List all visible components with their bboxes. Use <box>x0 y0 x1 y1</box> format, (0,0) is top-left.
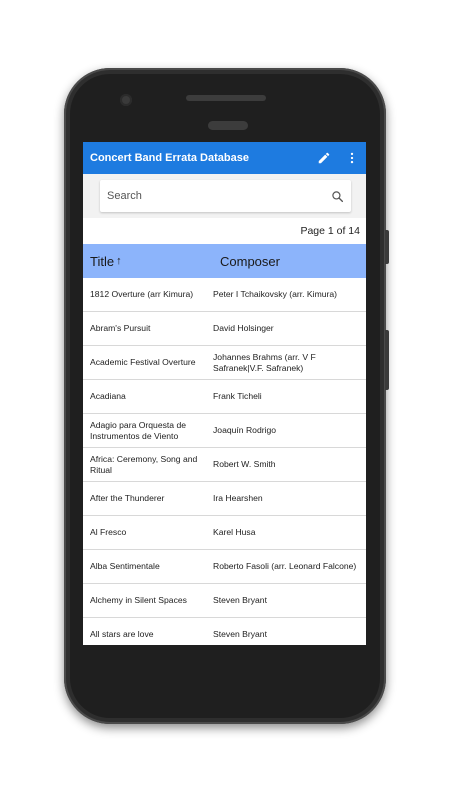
cell-title: Academic Festival Overture <box>90 357 196 367</box>
cell-composer: David Holsinger <box>213 323 274 333</box>
search-icon <box>331 190 343 202</box>
earpiece-speaker <box>208 121 248 130</box>
pencil-icon <box>318 152 330 164</box>
table-row[interactable]: All stars are love Steven Bryant <box>83 618 366 645</box>
table-row[interactable]: Alba Sentimentale Roberto Fasoli (arr. Le… <box>83 550 366 584</box>
table-row[interactable]: Adagio para Orquesta de Instrumentos de … <box>83 414 366 448</box>
cell-title: Adagio para Orquesta de Instrumentos de … <box>90 419 187 441</box>
table-row[interactable]: Africa: Ceremony, Song and Ritual Robert … <box>83 448 366 482</box>
more-vert-icon <box>350 152 354 164</box>
cell-title: Alba Sentimentale <box>90 561 160 571</box>
search-box <box>100 180 351 212</box>
table-row[interactable]: Alchemy in Silent Spaces Steven Bryant <box>83 584 366 618</box>
page-indicator: Page 1 of 14 <box>300 225 360 237</box>
table-row[interactable]: Acadiana Frank Ticheli <box>83 380 366 414</box>
cell-composer: Karel Husa <box>213 527 256 537</box>
table-body: 1812 Overture (arr Kimura) Peter I Tchaik… <box>83 278 366 645</box>
app-title: Concert Band Errata Database <box>90 152 249 164</box>
cell-composer: Frank Ticheli <box>213 391 262 401</box>
cell-composer: Roberto Fasoli (arr. Leonard Falcone) <box>213 561 357 571</box>
cell-composer: Johannes Brahms (arr. V F Safranek|V.F. … <box>213 351 316 373</box>
cell-title: After the Thunderer <box>90 493 165 503</box>
table-row[interactable]: Abram's Pursuit David Holsinger <box>83 312 366 346</box>
power-button <box>385 230 389 264</box>
cell-title: 1812 Overture (arr Kimura) <box>90 289 194 299</box>
edit-button[interactable] <box>310 142 338 174</box>
overflow-menu-button[interactable] <box>338 142 366 174</box>
cell-composer: Steven Bryant <box>213 595 267 605</box>
cell-composer: Peter I Tchaikovsky (arr. Kimura) <box>213 289 338 299</box>
table-header: Title ↑ Composer <box>83 244 366 278</box>
search-area <box>83 174 366 218</box>
table-row[interactable]: Academic Festival Overture Johannes Brahm… <box>83 346 366 380</box>
search-button[interactable] <box>323 180 351 212</box>
sort-ascending-icon: ↑ <box>116 255 122 267</box>
volume-button <box>385 330 389 390</box>
cell-title: Africa: Ceremony, Song and Ritual <box>90 453 198 475</box>
proximity-sensor <box>186 95 266 101</box>
app-bar: Concert Band Errata Database <box>83 142 366 174</box>
table-row[interactable]: 1812 Overture (arr Kimura) Peter I Tchaik… <box>83 278 366 312</box>
cell-composer: Joaquín Rodrigo <box>213 425 277 435</box>
column-header-composer[interactable]: Composer <box>220 254 366 269</box>
table-row[interactable]: After the Thunderer Ira Hearshen <box>83 482 366 516</box>
cell-title: Acadiana <box>90 391 126 401</box>
pagination: Page 1 of 14 <box>83 218 366 244</box>
column-composer-label: Composer <box>220 253 280 269</box>
cell-composer: Robert W. Smith <box>213 459 276 469</box>
app-screen: Concert Band Errata Database Search Page… <box>83 142 366 645</box>
column-title-label: Title <box>90 253 115 269</box>
cell-composer: Steven Bryant <box>213 629 267 639</box>
front-camera <box>120 94 132 106</box>
search-input[interactable] <box>100 189 323 203</box>
cell-title: Abram's Pursuit <box>90 323 151 333</box>
cell-title: Al Fresco <box>90 527 127 537</box>
column-header-title[interactable]: Title ↑ <box>83 254 220 269</box>
cell-title: Alchemy in Silent Spaces <box>90 595 187 605</box>
cell-composer: Ira Hearshen <box>213 493 263 503</box>
table-row[interactable]: Al Fresco Karel Husa <box>83 516 366 550</box>
cell-title: All stars are love <box>90 629 154 639</box>
